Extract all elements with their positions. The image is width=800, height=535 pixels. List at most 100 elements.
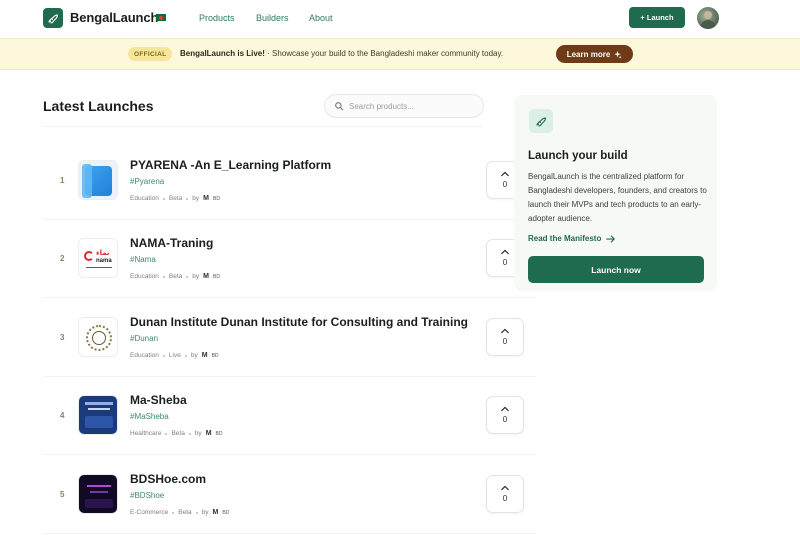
product-tag[interactable]: #Nama — [130, 255, 156, 264]
product-category: Education — [130, 273, 159, 280]
product-rank: 2 — [60, 254, 65, 263]
maker-initial[interactable]: M — [202, 352, 208, 359]
search-input[interactable] — [349, 99, 474, 113]
product-meta: Education Beta by M BD — [130, 195, 220, 202]
separator-dot — [162, 197, 165, 200]
product-category: Education — [130, 195, 159, 202]
by-label: by — [194, 430, 202, 437]
product-thumbnail[interactable] — [78, 474, 118, 514]
card-icon-box — [529, 109, 553, 133]
maker-initial[interactable]: M — [203, 195, 209, 202]
list-item[interactable]: 3 Dunan Institute Dunan Institute for Co… — [43, 298, 536, 376]
search-icon — [335, 102, 344, 111]
launch-now-button[interactable]: Launch now — [528, 256, 704, 283]
list-item[interactable]: 2 نماء nama NAMA-Traning #Nama Education… — [43, 219, 536, 297]
country-code: BD — [222, 509, 230, 516]
by-label: by — [201, 509, 209, 516]
upvote-button[interactable]: 0 — [486, 475, 524, 513]
manifesto-link[interactable]: Read the Manifesto — [528, 234, 616, 243]
search-box[interactable] — [324, 94, 484, 118]
product-thumbnail[interactable]: نماء nama — [78, 238, 118, 278]
separator-dot — [165, 432, 168, 435]
product-category: Education — [130, 352, 159, 359]
product-meta: E-Commerce Beta by M BD — [130, 509, 229, 516]
nav-products[interactable]: Products — [199, 13, 235, 23]
country-code: BD — [211, 352, 219, 359]
banner-separator: · — [267, 49, 270, 58]
product-rank: 5 — [60, 490, 65, 499]
by-label: by — [192, 195, 200, 202]
separator-dot — [195, 511, 198, 514]
launch-button[interactable]: + Launch — [629, 7, 685, 28]
maker-initial[interactable]: M — [206, 430, 212, 437]
product-stage: Beta — [168, 195, 183, 202]
launch-card: Launch your build BengalLaunch is the ce… — [514, 95, 717, 291]
banner-text: BengalLaunch is Live! · Showcase your bu… — [180, 49, 503, 58]
maker-initial[interactable]: M — [213, 509, 219, 516]
country-code: BD — [213, 195, 220, 202]
product-thumbnail[interactable] — [78, 395, 118, 435]
country-code: BD — [213, 273, 220, 280]
separator-dot — [184, 354, 187, 357]
official-badge: OFFICIAL — [128, 47, 173, 61]
product-category: E-Commerce — [130, 509, 169, 516]
product-name[interactable]: Ma-Sheba — [130, 393, 187, 407]
product-rank: 3 — [60, 333, 65, 342]
product-tag[interactable]: #Pyarena — [130, 177, 164, 186]
nav-builders[interactable]: Builders — [256, 13, 289, 23]
separator-dot — [172, 511, 175, 514]
separator-dot — [188, 432, 191, 435]
vote-count: 0 — [502, 180, 508, 189]
manifesto-link-label: Read the Manifesto — [528, 234, 602, 243]
product-rank: 1 — [60, 176, 65, 185]
vote-count: 0 — [502, 337, 508, 346]
product-stage: Live — [168, 352, 181, 359]
top-navbar: BengalLaunch Products Builders About + L… — [0, 0, 800, 38]
card-title: Launch your build — [528, 150, 628, 162]
separator-dot — [162, 354, 165, 357]
brand-name[interactable]: BengalLaunch — [70, 10, 158, 25]
sparkle-icon — [614, 50, 622, 59]
product-tag[interactable]: #Dunan — [130, 334, 158, 343]
list-item[interactable]: 5 BDSHoe.com #BDShoe E-Commerce Beta by … — [43, 455, 536, 533]
product-thumbnail[interactable] — [78, 317, 118, 357]
maker-initial[interactable]: M — [203, 273, 209, 280]
product-name[interactable]: NAMA-Traning — [130, 236, 213, 250]
rocket-icon — [48, 14, 59, 24]
chevron-up-icon — [501, 406, 509, 412]
product-name[interactable]: PYARENA -An E_Learning Platform — [130, 158, 331, 172]
vote-count: 0 — [502, 415, 508, 424]
product-category: Healthcare — [130, 430, 162, 437]
list-item[interactable]: 4 Ma-Sheba #MaSheba Healthcare Beta by M… — [43, 376, 536, 454]
separator-dot — [162, 275, 165, 278]
list-item[interactable]: 1 PYARENA -An E_Learning Platform #Pyare… — [43, 141, 536, 219]
product-meta: Education Live by M BD — [130, 352, 219, 359]
divider — [43, 533, 536, 534]
logo[interactable] — [43, 8, 63, 28]
product-tag[interactable]: #BDShoe — [130, 491, 164, 500]
product-stage: Beta — [168, 273, 183, 280]
avatar[interactable] — [697, 7, 719, 29]
product-tag[interactable]: #MaSheba — [130, 412, 169, 421]
product-stage: Beta — [171, 430, 185, 437]
nav-about[interactable]: About — [309, 13, 333, 23]
separator-dot — [186, 275, 189, 278]
country-code: BD — [215, 430, 223, 437]
product-thumbnail[interactable] — [78, 160, 118, 200]
learn-more-button[interactable]: Learn more — [556, 45, 633, 63]
product-name[interactable]: Dunan Institute Dunan Institute for Cons… — [130, 315, 468, 329]
product-meta: Education Beta by M BD — [130, 273, 220, 280]
product-meta: Healthcare Beta by M BD — [130, 430, 222, 437]
chevron-up-icon — [501, 328, 509, 334]
upvote-button[interactable]: 0 — [486, 318, 524, 356]
banner-headline: BengalLaunch is Live! — [180, 49, 265, 58]
separator-dot — [186, 197, 189, 200]
vote-count: 0 — [502, 258, 508, 267]
product-rank: 4 — [60, 411, 65, 420]
product-name[interactable]: BDSHoe.com — [130, 472, 206, 486]
product-stage: Beta — [178, 509, 192, 516]
upvote-button[interactable]: 0 — [486, 396, 524, 434]
banner-message: Showcase your build to the Bangladeshi m… — [272, 49, 504, 58]
learn-more-label: Learn more — [566, 49, 611, 59]
chevron-up-icon — [501, 171, 509, 177]
